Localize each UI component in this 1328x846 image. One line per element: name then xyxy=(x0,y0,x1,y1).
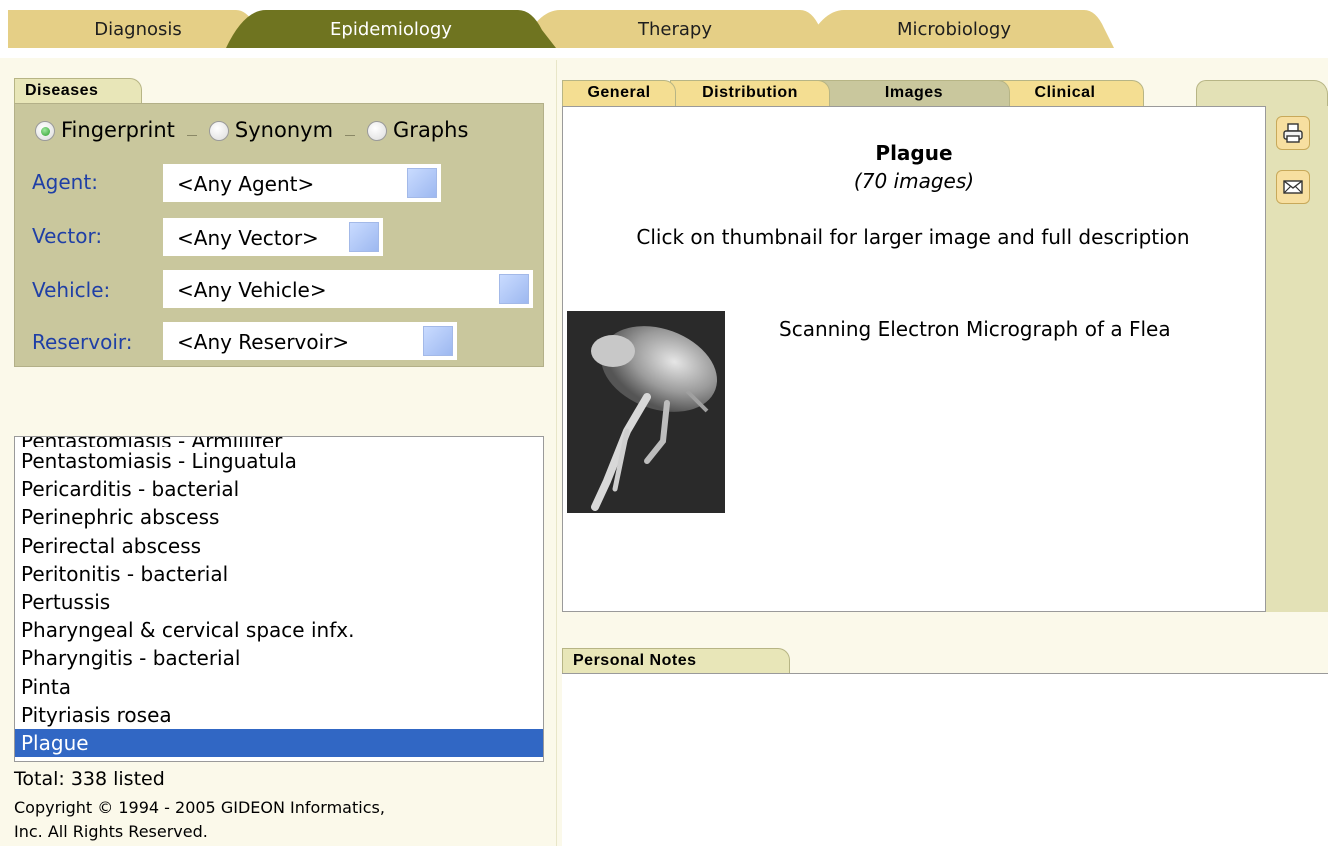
vector-select[interactable]: <Any Vector> xyxy=(163,218,383,256)
tab-microbiology[interactable]: Microbiology xyxy=(804,10,1114,48)
disease-list[interactable]: Pentastomiasis - Armillifer Pentastomias… xyxy=(14,436,544,762)
module-tab-bar: Diagnosis Microbiology Therapy Epidemiol… xyxy=(0,0,1328,58)
list-item[interactable]: Perirectal abscess xyxy=(15,532,543,560)
list-item[interactable]: Pityriasis rosea xyxy=(15,701,543,729)
printer-icon xyxy=(1283,123,1303,143)
agent-label: Agent: xyxy=(32,170,98,194)
dropdown-button[interactable] xyxy=(407,168,437,198)
diseases-panel-tab: Diseases xyxy=(14,78,142,104)
list-item[interactable]: Pericarditis - bacterial xyxy=(15,475,543,503)
image-caption: Scanning Electron Micrograph of a Flea xyxy=(779,317,1171,341)
personal-notes-area[interactable] xyxy=(562,673,1328,846)
radio-unselected-icon xyxy=(208,121,229,141)
dropdown-button[interactable] xyxy=(423,326,453,356)
list-item[interactable]: Pharyngeal & cervical space infx. xyxy=(15,616,543,644)
list-item-selected[interactable]: Plague xyxy=(15,728,543,758)
vector-label: Vector: xyxy=(32,224,103,248)
flea-micrograph-image xyxy=(567,311,725,513)
radio-graphs[interactable]: Graphs xyxy=(367,118,468,142)
separator xyxy=(186,124,197,136)
image-count: (70 images) xyxy=(853,169,975,193)
detail-tab-bar: Clinical Images Distribution General xyxy=(562,80,1328,106)
radio-fingerprint[interactable]: Fingerprint xyxy=(35,118,175,142)
tab-images[interactable]: Images xyxy=(818,80,1010,106)
vehicle-label: Vehicle: xyxy=(32,278,111,302)
print-button[interactable] xyxy=(1276,116,1310,150)
list-item[interactable]: Pinta xyxy=(15,673,543,701)
panel-divider xyxy=(556,60,557,846)
tab-epidemiology[interactable]: Epidemiology xyxy=(226,10,556,48)
dropdown-button[interactable] xyxy=(349,222,379,252)
reservoir-label: Reservoir: xyxy=(32,330,133,354)
flea-thumbnail[interactable] xyxy=(567,311,725,513)
envelope-icon xyxy=(1283,180,1303,194)
image-content-pane: Plague (70 images) Click on thumbnail fo… xyxy=(562,106,1266,612)
instruction-text: Click on thumbnail for larger image and … xyxy=(636,225,1190,249)
email-button[interactable] xyxy=(1276,170,1310,204)
copyright-notice: Copyright © 1994 - 2005 GIDEON Informati… xyxy=(14,798,385,841)
list-item[interactable]: Pharyngitis - bacterial xyxy=(15,644,543,672)
radio-selected-icon xyxy=(35,121,55,141)
separator xyxy=(345,124,356,136)
vehicle-select[interactable]: <Any Vehicle> xyxy=(163,270,533,308)
tab-general[interactable]: General xyxy=(562,80,676,106)
list-item[interactable]: Pentastomiasis - Armillifer xyxy=(15,437,543,447)
disease-title: Plague xyxy=(875,141,953,165)
filter-panel: Fingerprint Synonym Graphs Agent: <Any A… xyxy=(14,103,544,367)
dropdown-button[interactable] xyxy=(499,274,529,304)
radio-synonym[interactable]: Synonym xyxy=(208,118,333,142)
action-sidebar xyxy=(1266,106,1328,612)
personal-notes-tab[interactable]: Personal Notes xyxy=(562,648,790,674)
tab-distribution[interactable]: Distribution xyxy=(670,80,830,106)
list-item[interactable]: Perinephric abscess xyxy=(15,503,543,531)
radio-unselected-icon xyxy=(367,121,388,141)
reservoir-select[interactable]: <Any Reservoir> xyxy=(163,322,457,360)
list-item[interactable]: Pertussis xyxy=(15,588,543,616)
search-mode-radios: Fingerprint Synonym Graphs xyxy=(35,118,476,142)
list-item[interactable]: Peritonitis - bacterial xyxy=(15,560,543,588)
agent-select[interactable]: <Any Agent> xyxy=(163,164,441,202)
total-count: Total: 338 listed xyxy=(14,768,165,790)
tab-therapy[interactable]: Therapy xyxy=(520,10,830,48)
list-item[interactable]: Pentastomiasis - Linguatula xyxy=(15,447,543,475)
